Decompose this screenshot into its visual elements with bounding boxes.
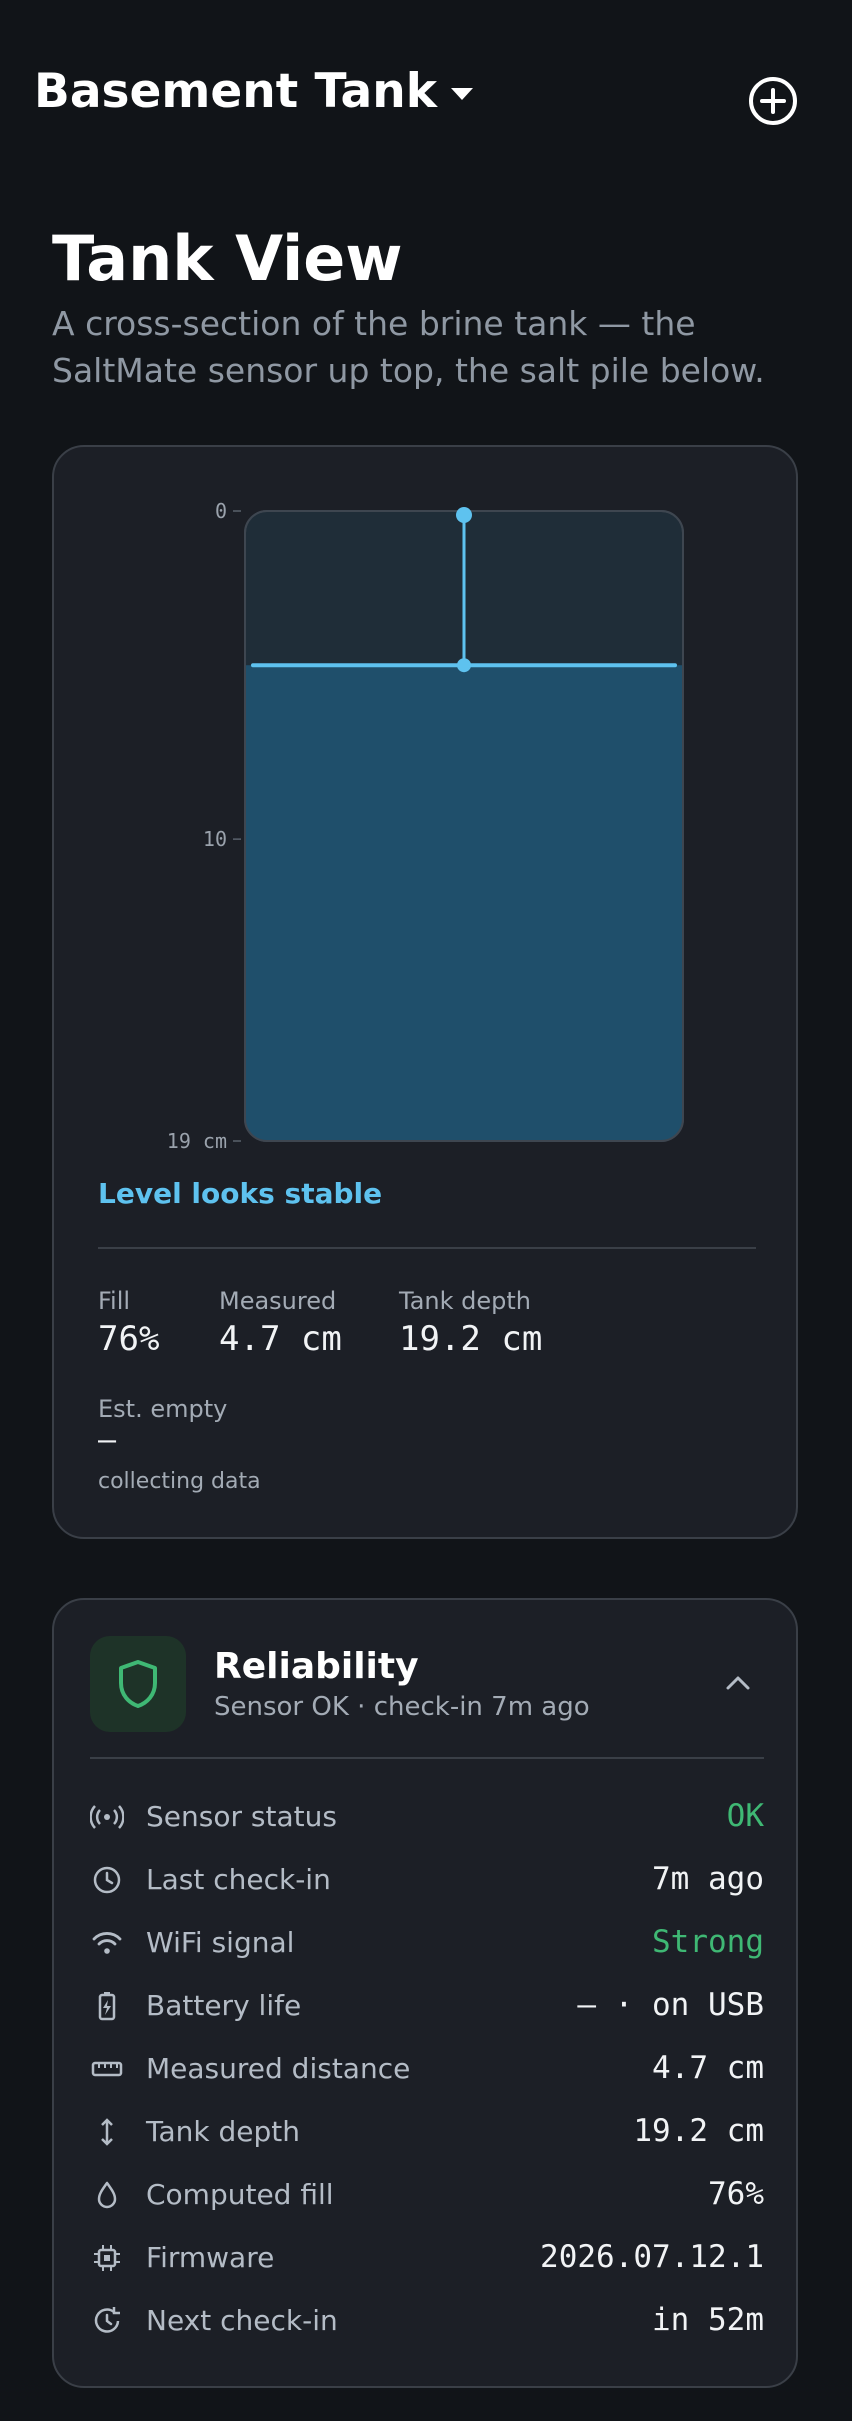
salt-fill-area xyxy=(245,665,683,1141)
reliability-row-value: 7m ago xyxy=(652,1861,764,1897)
reliability-row-value: Strong xyxy=(652,1924,764,1960)
top-bar: Basement Tank xyxy=(0,0,852,200)
tank-cross-section-chart: 0 10 19 cm xyxy=(167,499,684,1153)
reliability-row-label: Last check-in xyxy=(146,1863,331,1896)
reliability-row-label: WiFi signal xyxy=(146,1926,295,1959)
est-empty-value: — xyxy=(98,1423,117,1458)
reliability-row: Last check-in 7m ago xyxy=(90,1855,764,1905)
reliability-row-value: in 52m xyxy=(652,2302,764,2338)
est-empty-note: collecting data xyxy=(98,1469,261,1494)
fill-label: Fill xyxy=(98,1287,131,1315)
reliability-row: Next check-in in 52m xyxy=(90,2296,764,2346)
reliability-row-value: 2026.07.12.1 xyxy=(540,2239,764,2275)
chip-icon xyxy=(94,2245,120,2271)
reliability-icon-badge xyxy=(90,1636,186,1732)
reliability-row-value: 76% xyxy=(708,2176,764,2212)
reliability-row: Battery life — · on USB xyxy=(90,1981,764,2031)
page-subtitle: A cross-section of the brine tank — the … xyxy=(52,304,765,390)
reliability-row-value: 4.7 cm xyxy=(652,2050,764,2086)
droplet-icon xyxy=(97,2181,117,2209)
caret-down-icon xyxy=(450,87,473,100)
page-title: Tank View xyxy=(52,222,403,295)
reliability-divider xyxy=(90,1757,764,1759)
fill-value: 76% xyxy=(98,1319,160,1359)
y-tick-label: 19 cm xyxy=(167,1129,227,1153)
reliability-subtitle: Sensor OK · check-in 7m ago xyxy=(214,1692,590,1722)
level-status: Level looks stable xyxy=(98,1177,383,1210)
reliability-row-label: Firmware xyxy=(146,2241,275,2274)
reliability-row-label: Measured distance xyxy=(146,2052,411,2085)
reliability-row-label: Battery life xyxy=(146,1989,302,2022)
y-tick-label: 0 xyxy=(215,499,227,523)
depth-value: 19.2 cm xyxy=(399,1319,543,1359)
reliability-title: Reliability xyxy=(214,1646,419,1687)
reliability-row: Tank depth 19.2 cm xyxy=(90,2107,764,2157)
battery-icon xyxy=(98,1992,116,2021)
ruler-icon xyxy=(91,2061,123,2077)
depth-label: Tank depth xyxy=(399,1287,531,1315)
reliability-row-value: OK xyxy=(726,1798,764,1834)
clock-icon xyxy=(93,1866,121,1894)
reliability-card: Reliability Sensor OK · check-in 7m ago … xyxy=(52,1598,798,2388)
tank-view-card: 0 10 19 cm Level looks stable Fill 76% Mea… xyxy=(52,445,798,1539)
stats-divider xyxy=(98,1247,756,1249)
vertical-arrows-icon xyxy=(101,2118,113,2146)
reliability-row-label: Computed fill xyxy=(146,2178,334,2211)
reliability-row: Computed fill 76% xyxy=(90,2170,764,2220)
surface-point xyxy=(457,658,471,673)
broadcast-icon xyxy=(90,1805,124,1829)
reliability-row-label: Next check-in xyxy=(146,2304,338,2337)
measured-value: 4.7 cm xyxy=(219,1319,342,1359)
plus-circle-icon[interactable] xyxy=(748,76,798,126)
wifi-icon xyxy=(92,1932,122,1954)
reliability-row: Firmware 2026.07.12.1 xyxy=(90,2233,764,2283)
reliability-row-value: 19.2 cm xyxy=(633,2113,764,2149)
tank-selector[interactable]: Basement Tank xyxy=(34,64,473,119)
reliability-row: Sensor status OK xyxy=(90,1792,764,1842)
reliability-row-value: — · on USB xyxy=(577,1987,764,2023)
shield-icon xyxy=(119,1660,157,1708)
refresh-clock-icon xyxy=(94,2307,120,2333)
tank-name: Basement Tank xyxy=(34,64,437,119)
est-empty-label: Est. empty xyxy=(98,1395,228,1423)
sensor-point xyxy=(456,507,472,523)
y-tick-label: 10 xyxy=(203,827,227,851)
chevron-up-icon[interactable] xyxy=(718,1662,758,1702)
measured-label: Measured xyxy=(219,1287,337,1315)
reliability-row-label: Sensor status xyxy=(146,1800,337,1833)
reliability-row-label: Tank depth xyxy=(146,2115,300,2148)
reliability-row: Measured distance 4.7 cm xyxy=(90,2044,764,2094)
reliability-row: WiFi signal Strong xyxy=(90,1918,764,1968)
